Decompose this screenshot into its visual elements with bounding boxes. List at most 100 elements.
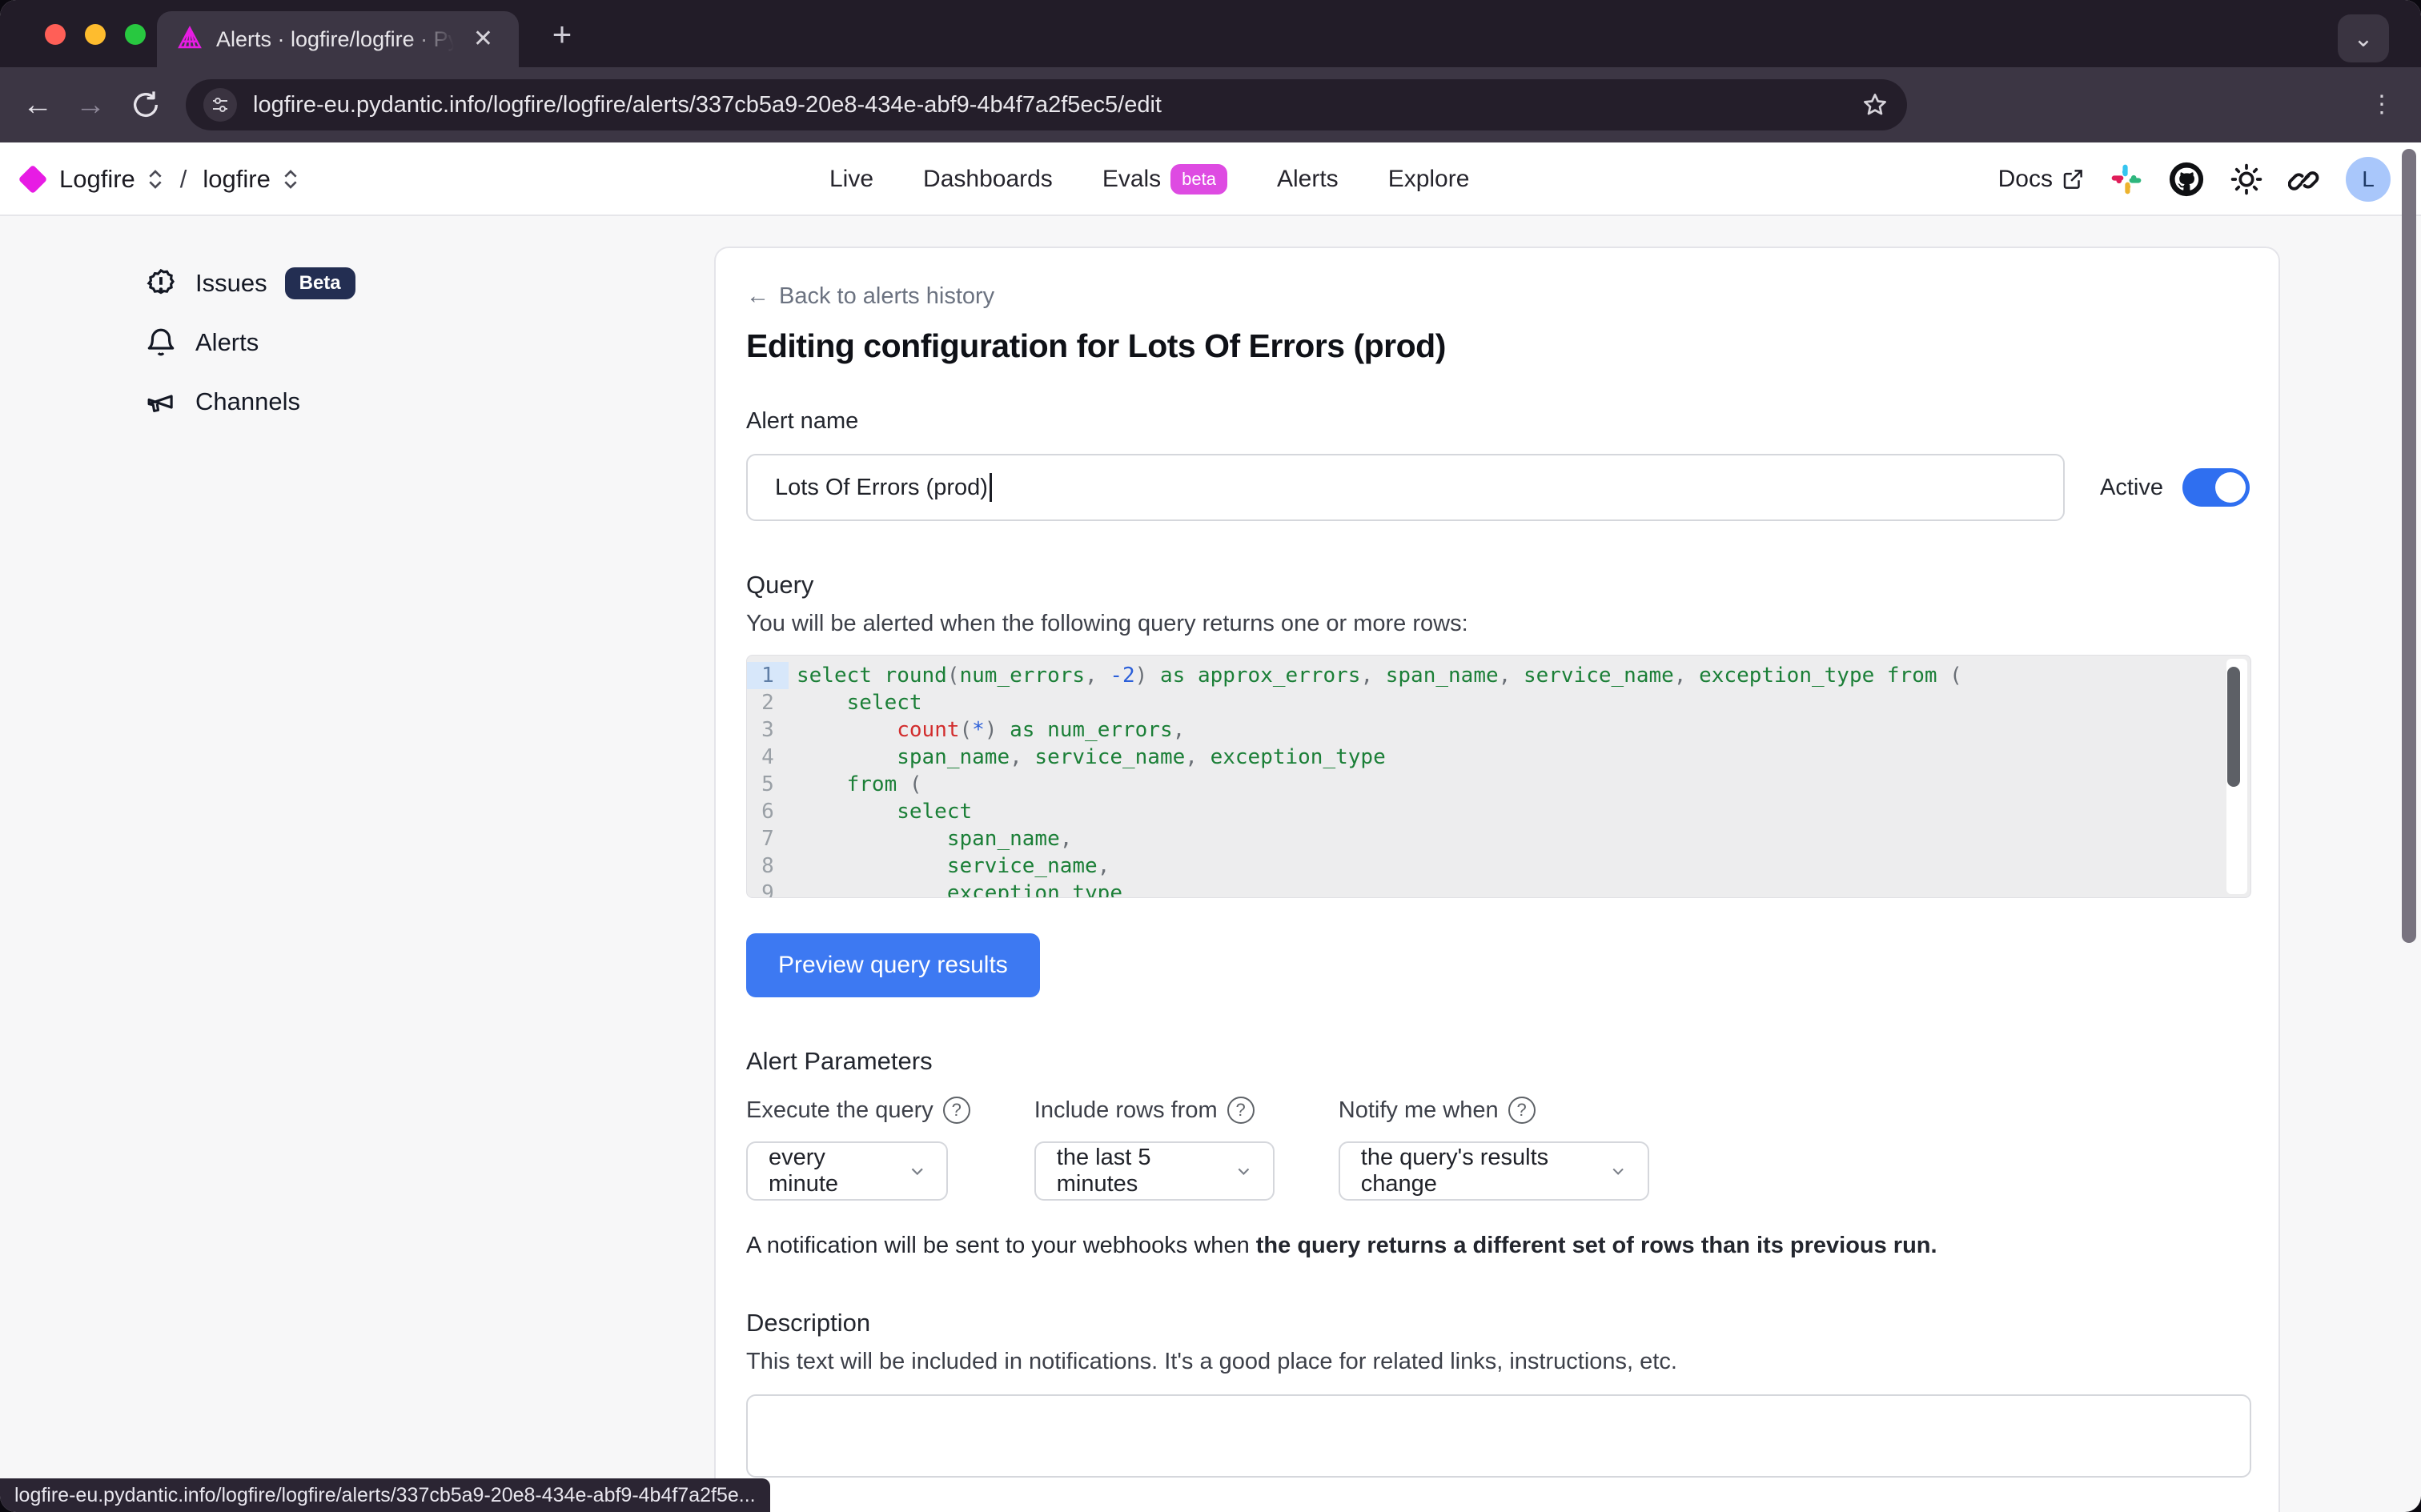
chevron-down-icon bbox=[1610, 1161, 1626, 1181]
chevron-down-icon bbox=[909, 1161, 925, 1181]
code-scrollbar-thumb[interactable] bbox=[2227, 667, 2240, 787]
alert-parameters-heading: Alert Parameters bbox=[746, 1047, 2250, 1076]
nav-item-live[interactable]: Live bbox=[829, 166, 873, 193]
execute-query-select[interactable]: every minute bbox=[746, 1141, 948, 1201]
brand-area: Logfire / logfire bbox=[22, 142, 299, 216]
param-include-rows: Include rows from? the last 5 minutes bbox=[1034, 1097, 1275, 1201]
nav-item-dashboards[interactable]: Dashboards bbox=[923, 166, 1053, 193]
code-line[interactable]: 9 exception_type bbox=[747, 880, 2250, 898]
code-line[interactable]: 3 count(*) as num_errors, bbox=[747, 716, 2250, 744]
sidebar-item-label: Channels bbox=[195, 387, 300, 416]
issues-beta-badge: Beta bbox=[285, 267, 355, 299]
page-scrollbar[interactable] bbox=[2402, 149, 2416, 943]
code-line[interactable]: 5 from ( bbox=[747, 771, 2250, 798]
code-line[interactable]: 1select round(num_errors, -2) as approx_… bbox=[747, 662, 2250, 689]
line-number: 2 bbox=[747, 689, 789, 716]
preview-query-button[interactable]: Preview query results bbox=[746, 933, 1040, 997]
code-scrollbar-track[interactable] bbox=[2226, 659, 2247, 894]
back-button[interactable]: ← bbox=[22, 88, 53, 122]
line-number: 7 bbox=[747, 825, 789, 852]
line-number: 1 bbox=[747, 662, 789, 689]
back-to-alerts-link[interactable]: ← Back to alerts history bbox=[746, 283, 2250, 310]
slack-icon[interactable] bbox=[2109, 162, 2144, 197]
code-line[interactable]: 8 service_name, bbox=[747, 852, 2250, 880]
active-label: Active bbox=[2100, 475, 2163, 501]
sidebar-item-issues[interactable]: Issues Beta bbox=[144, 258, 560, 309]
tab-close-icon[interactable]: ✕ bbox=[467, 24, 500, 54]
zoom-window-button[interactable] bbox=[125, 24, 146, 45]
nav-item-alerts[interactable]: Alerts bbox=[1277, 166, 1339, 193]
chevron-down-icon bbox=[1235, 1161, 1252, 1181]
alert-name-input[interactable]: Lots Of Errors (prod) bbox=[746, 454, 2065, 521]
param-notify: Notify me when? the query's results chan… bbox=[1339, 1097, 1649, 1201]
forward-button[interactable]: → bbox=[75, 88, 106, 122]
alert-edit-card: ← Back to alerts history Editing configu… bbox=[714, 247, 2280, 1512]
description-heading: Description bbox=[746, 1309, 2250, 1338]
back-arrow-icon: ← bbox=[746, 283, 769, 310]
browser-menu-icon[interactable]: ⋮ bbox=[2370, 98, 2394, 112]
url-text[interactable]: logfire-eu.pydantic.info/logfire/logfire… bbox=[253, 92, 1851, 118]
app-navbar: Logfire / logfire Live Dashboards Evalsb… bbox=[0, 142, 2421, 216]
url-bar[interactable]: logfire-eu.pydantic.info/logfire/logfire… bbox=[186, 79, 1907, 130]
help-icon[interactable]: ? bbox=[1508, 1097, 1536, 1124]
sidebar-item-label: Issues bbox=[195, 269, 267, 298]
status-bar-url: logfire-eu.pydantic.info/logfire/logfire… bbox=[0, 1478, 770, 1512]
query-code-editor[interactable]: 1select round(num_errors, -2) as approx_… bbox=[746, 655, 2251, 898]
tab-search-button[interactable]: ⌄ bbox=[2338, 14, 2389, 62]
minimize-window-button[interactable] bbox=[85, 24, 106, 45]
code-line[interactable]: 2 select bbox=[747, 689, 2250, 716]
logfire-logo-icon bbox=[18, 165, 48, 195]
project-switcher[interactable]: logfire bbox=[203, 165, 270, 194]
description-textarea[interactable] bbox=[746, 1394, 2251, 1478]
nav-links: Live Dashboards Evalsbeta Alerts Explore bbox=[829, 142, 1469, 216]
browser-toolbar: ← → logfire-eu.pydantic.info/logfire/log… bbox=[0, 67, 2421, 142]
notify-when-select[interactable]: the query's results change bbox=[1339, 1141, 1649, 1201]
theme-sun-icon[interactable] bbox=[2229, 162, 2264, 197]
bookmark-star-icon[interactable] bbox=[1861, 90, 1889, 119]
nav-item-explore[interactable]: Explore bbox=[1388, 166, 1470, 193]
org-chevrons-icon bbox=[147, 167, 164, 191]
nav-item-evals[interactable]: Evalsbeta bbox=[1102, 164, 1227, 195]
nav-actions: Docs L bbox=[1998, 142, 2391, 216]
include-rows-select[interactable]: the last 5 minutes bbox=[1034, 1141, 1275, 1201]
line-number: 6 bbox=[747, 798, 789, 825]
line-number: 3 bbox=[747, 716, 789, 744]
help-icon[interactable]: ? bbox=[943, 1097, 970, 1124]
window-controls[interactable] bbox=[45, 24, 146, 45]
docs-link[interactable]: Docs bbox=[1998, 166, 2085, 193]
query-heading: Query bbox=[746, 571, 2250, 600]
browser-tab[interactable]: Alerts · logfire/logfire · Pydant ✕ bbox=[157, 11, 519, 67]
close-window-button[interactable] bbox=[45, 24, 66, 45]
megaphone-icon bbox=[144, 385, 178, 419]
active-toggle[interactable] bbox=[2182, 468, 2250, 507]
sidebar-item-channels[interactable]: Channels bbox=[144, 376, 560, 427]
bell-icon bbox=[144, 326, 178, 359]
help-icon[interactable]: ? bbox=[1227, 1097, 1255, 1124]
github-icon[interactable] bbox=[2168, 161, 2205, 198]
org-switcher[interactable]: Logfire bbox=[59, 165, 135, 194]
issues-icon bbox=[144, 267, 178, 300]
code-line[interactable]: 4 span_name, service_name, exception_typ… bbox=[747, 744, 2250, 771]
project-chevrons-icon bbox=[282, 167, 299, 191]
site-settings-icon[interactable] bbox=[203, 88, 237, 122]
share-link-icon[interactable] bbox=[2288, 162, 2322, 196]
page-title: Editing configuration for Lots Of Errors… bbox=[746, 327, 2250, 365]
sidebar-item-alerts[interactable]: Alerts bbox=[144, 317, 560, 368]
evals-beta-badge: beta bbox=[1170, 164, 1227, 195]
tab-strip: Alerts · logfire/logfire · Pydant ✕ + ⌄ bbox=[0, 0, 2421, 67]
line-number: 8 bbox=[747, 852, 789, 880]
new-tab-button[interactable]: + bbox=[541, 18, 583, 59]
line-number: 4 bbox=[747, 744, 789, 771]
user-avatar[interactable]: L bbox=[2346, 157, 2391, 202]
external-link-icon bbox=[2061, 167, 2085, 191]
code-line[interactable]: 7 span_name, bbox=[747, 825, 2250, 852]
line-number: 5 bbox=[747, 771, 789, 798]
sidebar-item-label: Alerts bbox=[195, 328, 259, 357]
breadcrumb-separator: / bbox=[180, 165, 187, 194]
description-hint: This text will be included in notificati… bbox=[746, 1349, 2250, 1375]
tab-title: Alerts · logfire/logfire · Pydant bbox=[216, 27, 454, 52]
reload-button[interactable] bbox=[130, 89, 162, 121]
alert-parameters-row: Execute the query? every minute Include … bbox=[746, 1097, 2250, 1201]
line-number: 9 bbox=[747, 880, 789, 898]
code-line[interactable]: 6 select bbox=[747, 798, 2250, 825]
